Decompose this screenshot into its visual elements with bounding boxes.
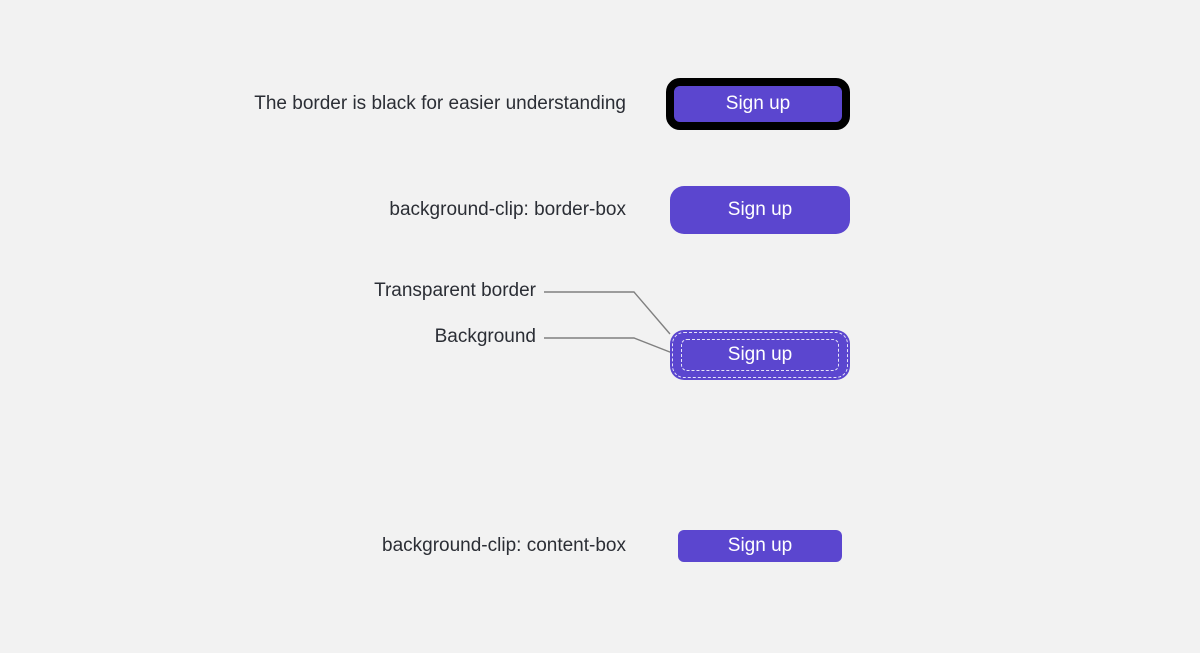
example-row-black-border: The border is black for easier understan… <box>206 78 850 130</box>
signup-button-black-border[interactable]: Sign up <box>666 78 850 130</box>
button-label: Sign up <box>728 199 792 221</box>
callout-transparent-border: Transparent border <box>286 280 536 302</box>
signup-button-border-box[interactable]: Sign up <box>670 186 850 234</box>
signup-button-annotated[interactable]: Sign up <box>670 330 850 380</box>
row-label: background-clip: content-box <box>206 535 626 557</box>
signup-button-content-box[interactable]: Sign up <box>670 522 850 570</box>
row-label: background-clip: border-box <box>206 199 626 221</box>
callout-background: Background <box>286 326 536 348</box>
example-row-border-box: background-clip: border-box Sign up <box>206 186 850 234</box>
button-label: Sign up <box>726 93 790 115</box>
button-label: Sign up <box>678 530 842 562</box>
example-row-content-box: background-clip: content-box Sign up <box>206 522 850 570</box>
button-label: Sign up <box>728 344 792 366</box>
row-label: The border is black for easier understan… <box>206 93 626 115</box>
